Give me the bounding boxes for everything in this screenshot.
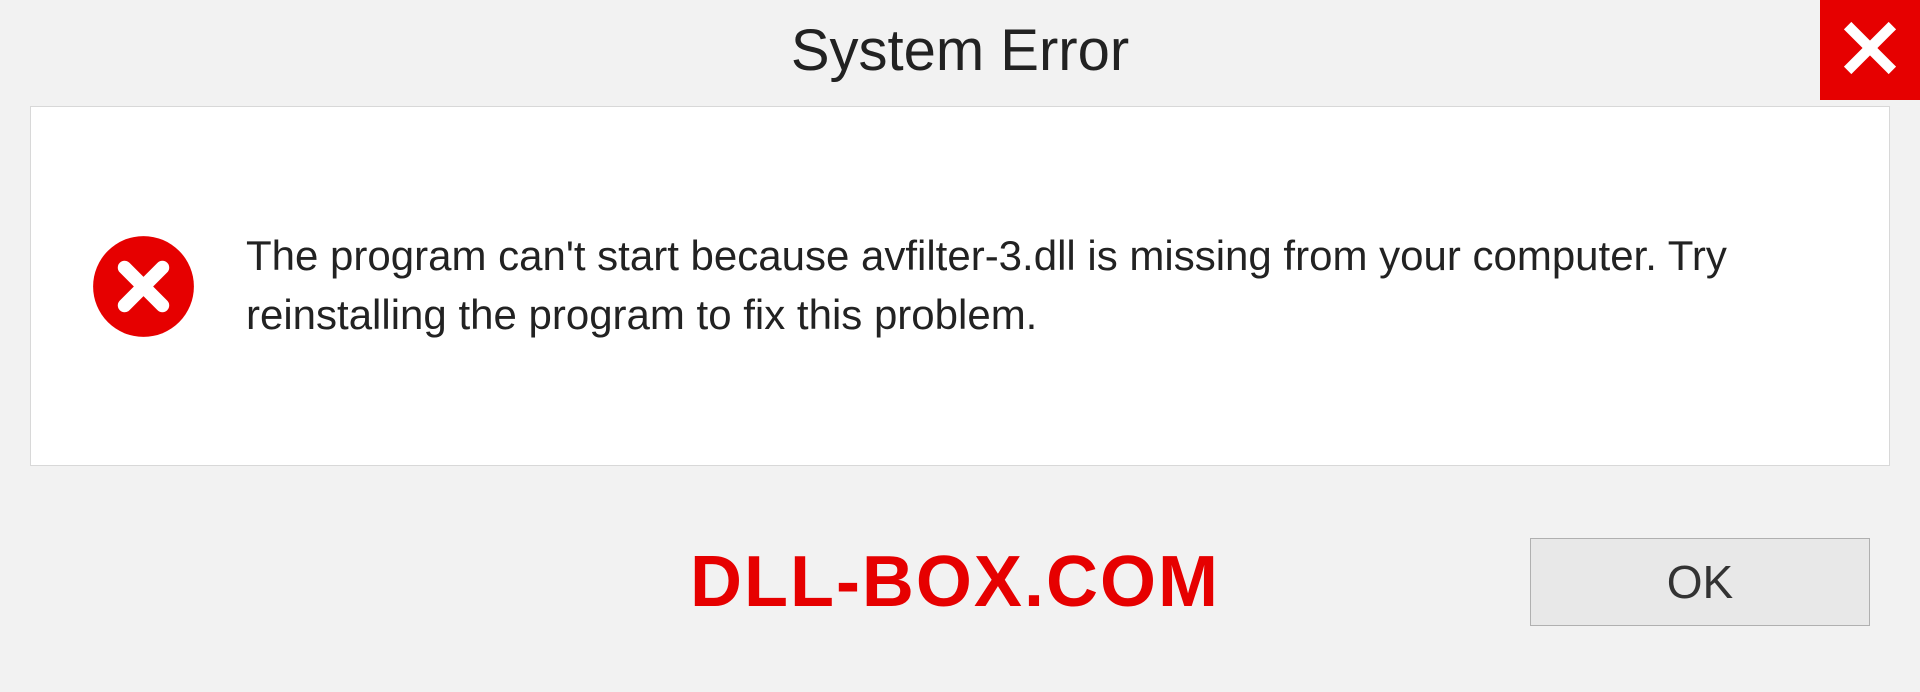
close-button[interactable] <box>1820 0 1920 100</box>
close-icon <box>1842 20 1898 81</box>
title-bar: System Error <box>0 0 1920 100</box>
footer: DLL-BOX.COM OK <box>0 472 1920 692</box>
watermark-text: DLL-BOX.COM <box>690 541 1220 623</box>
error-message: The program can't start because avfilter… <box>246 227 1829 345</box>
message-panel: The program can't start because avfilter… <box>30 106 1890 466</box>
ok-button-label: OK <box>1667 555 1733 609</box>
ok-button[interactable]: OK <box>1530 538 1870 626</box>
dialog-title: System Error <box>791 17 1129 84</box>
error-icon <box>91 234 196 339</box>
